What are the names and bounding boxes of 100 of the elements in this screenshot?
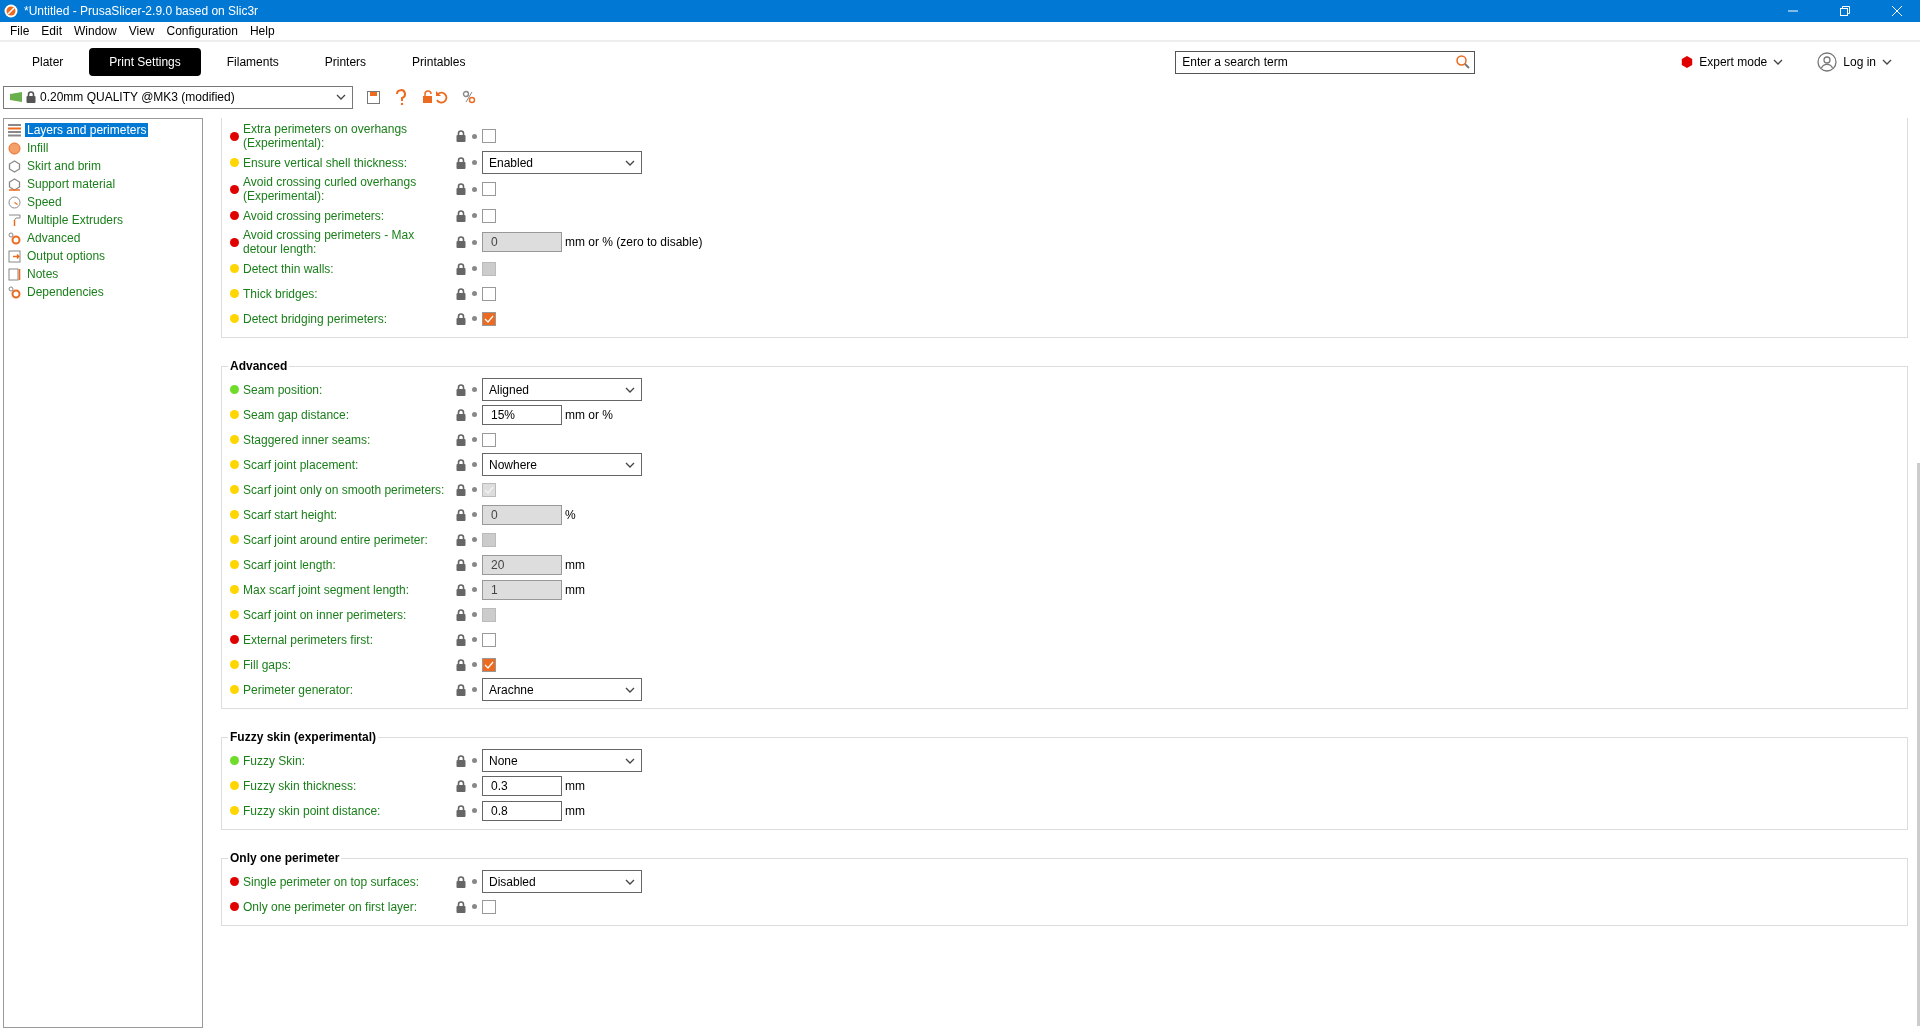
menu-item[interactable]: File xyxy=(4,21,36,41)
reset-dot[interactable] xyxy=(472,904,477,909)
lock-icon[interactable] xyxy=(456,262,466,275)
reset-dot[interactable] xyxy=(472,239,477,245)
reset-dot[interactable] xyxy=(472,612,477,617)
checkbox[interactable] xyxy=(482,632,496,647)
tab[interactable]: Printers xyxy=(304,48,387,76)
input-field[interactable]: 0.3 xyxy=(482,775,562,796)
reset-dot[interactable] xyxy=(472,291,477,296)
lock-icon[interactable] xyxy=(456,608,466,621)
dropdown[interactable]: Enabled xyxy=(482,151,642,174)
dropdown[interactable]: Arachne xyxy=(482,678,642,701)
lock-icon[interactable] xyxy=(456,804,466,817)
dropdown[interactable]: Nowhere xyxy=(482,453,642,476)
reset-dot[interactable] xyxy=(472,437,477,442)
checkbox[interactable] xyxy=(482,657,496,672)
checkbox[interactable] xyxy=(482,899,496,914)
lock-icon[interactable] xyxy=(456,875,466,888)
sidebar-item[interactable]: Layers and perimeters xyxy=(25,123,149,137)
sidebar-item[interactable]: Speed xyxy=(25,195,64,209)
dropdown[interactable]: None xyxy=(482,749,642,772)
sidebar-item[interactable]: Support material xyxy=(25,177,118,191)
reset-dot[interactable] xyxy=(472,783,477,788)
sidebar-item[interactable]: Skirt and brim xyxy=(25,159,104,173)
save-icon[interactable] xyxy=(367,90,380,104)
lock-icon[interactable] xyxy=(456,458,466,471)
mode-dropdown[interactable]: Expert mode xyxy=(1675,54,1790,70)
menu-item[interactable]: Window xyxy=(68,21,123,41)
reset-dot[interactable] xyxy=(472,487,477,492)
reset-dot[interactable] xyxy=(472,587,477,592)
reset-dot[interactable] xyxy=(472,562,477,567)
reset-dot[interactable] xyxy=(472,160,477,165)
reset-dot[interactable] xyxy=(472,758,477,763)
checkbox[interactable] xyxy=(482,311,496,326)
sidebar-item[interactable]: Dependencies xyxy=(25,285,106,299)
scrollbar-thumb[interactable] xyxy=(1917,463,1920,1026)
lock-icon[interactable] xyxy=(456,779,466,792)
lock-icon[interactable] xyxy=(456,383,466,396)
lock-icon[interactable] xyxy=(456,533,466,546)
lock-icon[interactable] xyxy=(456,583,466,596)
unlock-undo-icon[interactable] xyxy=(422,90,448,104)
input-field[interactable]: 0.8 xyxy=(482,800,562,821)
lock-icon[interactable] xyxy=(456,287,466,300)
question-mark-icon[interactable] xyxy=(394,89,408,105)
reset-dot[interactable] xyxy=(472,687,477,692)
menu-item[interactable]: Help xyxy=(243,21,281,41)
lock-icon[interactable] xyxy=(456,483,466,496)
lock-icon[interactable] xyxy=(456,683,466,696)
reset-dot[interactable] xyxy=(472,316,477,321)
sidebar-item[interactable]: Notes xyxy=(25,267,61,281)
lock-icon[interactable] xyxy=(456,183,466,195)
reset-dot[interactable] xyxy=(472,662,477,667)
menu-item[interactable]: View xyxy=(122,21,161,41)
tab[interactable]: Printables xyxy=(392,48,486,76)
dropdown[interactable]: Disabled xyxy=(482,870,642,893)
lock-icon[interactable] xyxy=(456,558,466,571)
checkbox[interactable] xyxy=(482,286,496,301)
lock-icon[interactable] xyxy=(456,508,466,521)
tab[interactable]: Plater xyxy=(12,48,84,76)
checkbox[interactable] xyxy=(482,182,496,196)
menu-item[interactable]: Configuration xyxy=(160,21,244,41)
lock-icon[interactable] xyxy=(456,433,466,446)
lock-icon[interactable] xyxy=(456,209,466,222)
tab[interactable]: Filaments xyxy=(206,48,299,76)
sidebar-item[interactable]: Infill xyxy=(25,141,51,155)
sidebar-item[interactable]: Output options xyxy=(25,249,108,263)
lock-icon[interactable] xyxy=(456,408,466,421)
reset-dot[interactable] xyxy=(472,879,477,884)
checkbox[interactable] xyxy=(482,208,496,223)
sidebar-item[interactable]: Multiple Extruders xyxy=(25,213,126,227)
menu-item[interactable]: Edit xyxy=(35,21,69,41)
checkbox[interactable] xyxy=(482,129,496,143)
sidebar-item[interactable]: Advanced xyxy=(25,231,83,245)
lock-icon[interactable] xyxy=(456,312,466,325)
reset-dot[interactable] xyxy=(472,808,477,813)
input-field[interactable]: 15% xyxy=(482,404,562,425)
reset-dot[interactable] xyxy=(472,412,477,417)
reset-dot[interactable] xyxy=(472,213,477,218)
reset-dot[interactable] xyxy=(472,133,477,139)
lock-icon[interactable] xyxy=(456,130,466,142)
lock-icon[interactable] xyxy=(456,236,466,248)
tab[interactable]: Print Settings xyxy=(89,48,201,76)
lock-icon[interactable] xyxy=(456,900,466,913)
dropdown[interactable]: Aligned xyxy=(482,378,642,401)
lock-icon[interactable] xyxy=(456,754,466,767)
reset-dot[interactable] xyxy=(472,637,477,642)
preset-dropdown[interactable]: 0.20mm QUALITY @MK3 (modified) xyxy=(3,85,353,109)
lock-icon[interactable] xyxy=(456,156,466,169)
reset-dot[interactable] xyxy=(472,537,477,542)
search-field[interactable]: Enter a search term xyxy=(1175,50,1476,74)
login-button[interactable]: Log in xyxy=(1811,51,1898,73)
lock-icon[interactable] xyxy=(26,91,36,103)
reset-dot[interactable] xyxy=(472,266,477,271)
reset-dot[interactable] xyxy=(472,387,477,392)
checkbox[interactable] xyxy=(482,432,496,447)
reset-dot[interactable] xyxy=(472,186,477,192)
lock-icon[interactable] xyxy=(456,633,466,646)
lock-icon[interactable] xyxy=(456,658,466,671)
reset-dot[interactable] xyxy=(472,512,477,517)
reset-dot[interactable] xyxy=(472,462,477,467)
